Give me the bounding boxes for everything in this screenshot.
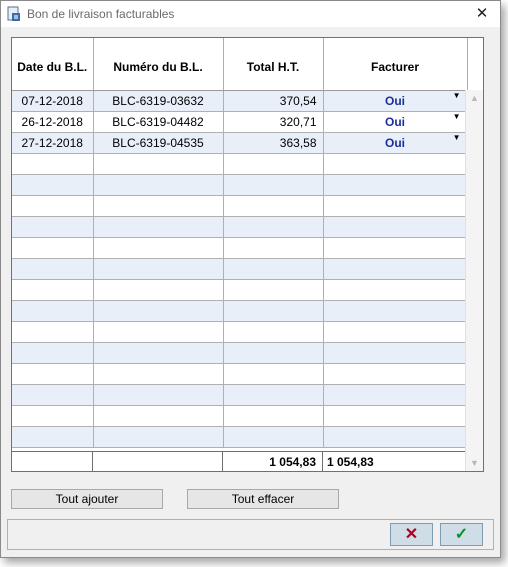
- empty-row[interactable]: [12, 174, 468, 196]
- cell-total[interactable]: 363,58: [223, 132, 324, 154]
- col-header-total[interactable]: Total H.T.: [223, 38, 324, 91]
- empty-row[interactable]: [12, 384, 468, 406]
- empty-row[interactable]: [12, 342, 468, 364]
- header-row: Date du B.L. Numéro du B.L. Total H.T. F…: [12, 38, 468, 91]
- table-row[interactable]: 07-12-2018 BLC-6319-03632 370,54 Oui ▼: [12, 90, 468, 112]
- table-row[interactable]: 26-12-2018 BLC-6319-04482 320,71 Oui ▼: [12, 111, 468, 133]
- dialog-window: Bon de livraison facturables ✕ Date du B…: [0, 0, 501, 558]
- cancel-button[interactable]: ✕: [390, 523, 433, 546]
- ok-button[interactable]: ✓: [440, 523, 483, 546]
- cell-numero[interactable]: BLC-6319-04482: [93, 111, 224, 133]
- bl-grid: Date du B.L. Numéro du B.L. Total H.T. F…: [11, 37, 484, 472]
- table-row[interactable]: 27-12-2018 BLC-6319-04535 363,58 Oui ▼: [12, 132, 468, 154]
- empty-row[interactable]: [12, 216, 468, 238]
- cell-total[interactable]: 320,71: [223, 111, 324, 133]
- cell-facturer-select[interactable]: Oui ▼: [323, 111, 468, 133]
- totals-row: 1 054,83 1 054,83: [12, 451, 467, 471]
- total-facturer-value: 1 054,83: [323, 452, 467, 471]
- vertical-scrollbar[interactable]: ▲ ▼: [465, 90, 483, 471]
- dropdown-arrow-icon[interactable]: ▼: [453, 91, 461, 100]
- empty-row[interactable]: [12, 426, 468, 448]
- empty-row[interactable]: [12, 300, 468, 322]
- cell-total[interactable]: 370,54: [223, 90, 324, 112]
- scroll-down-icon[interactable]: ▼: [470, 459, 479, 468]
- cell-date[interactable]: 26-12-2018: [12, 111, 94, 133]
- close-button[interactable]: ✕: [472, 4, 492, 24]
- col-header-date[interactable]: Date du B.L.: [12, 38, 94, 91]
- facturer-value: Oui: [385, 114, 405, 129]
- window-title: Bon de livraison facturables: [27, 7, 175, 21]
- empty-row[interactable]: [12, 363, 468, 385]
- empty-row[interactable]: [12, 321, 468, 343]
- facturer-value: Oui: [385, 93, 405, 108]
- col-header-facturer[interactable]: Facturer: [323, 38, 468, 91]
- dropdown-arrow-icon[interactable]: ▼: [453, 112, 461, 121]
- title-bar: Bon de livraison facturables ✕: [1, 1, 500, 27]
- col-header-numero[interactable]: Numéro du B.L.: [93, 38, 224, 91]
- document-icon: [7, 6, 20, 21]
- empty-row[interactable]: [12, 237, 468, 259]
- empty-row[interactable]: [12, 153, 468, 175]
- cell-facturer-select[interactable]: Oui ▼: [323, 132, 468, 154]
- cancel-x-icon: ✕: [404, 526, 419, 543]
- total-cell-empty: [12, 452, 93, 471]
- add-all-button[interactable]: Tout ajouter: [11, 489, 163, 509]
- total-cell-empty: [93, 452, 223, 471]
- facturer-value: Oui: [385, 135, 405, 150]
- close-icon: ✕: [475, 5, 489, 22]
- empty-row[interactable]: [12, 195, 468, 217]
- clear-all-button[interactable]: Tout effacer: [187, 489, 339, 509]
- checkmark-icon: ✓: [454, 526, 469, 543]
- cell-facturer-select[interactable]: Oui ▼: [323, 90, 468, 112]
- scroll-up-icon[interactable]: ▲: [470, 94, 479, 103]
- empty-row[interactable]: [12, 405, 468, 427]
- cell-numero[interactable]: BLC-6319-03632: [93, 90, 224, 112]
- cell-date[interactable]: 07-12-2018: [12, 90, 94, 112]
- empty-row[interactable]: [12, 258, 468, 280]
- cell-date[interactable]: 27-12-2018: [12, 132, 94, 154]
- dropdown-arrow-icon[interactable]: ▼: [453, 133, 461, 142]
- bl-table: Date du B.L. Numéro du B.L. Total H.T. F…: [12, 38, 468, 448]
- cell-numero[interactable]: BLC-6319-04535: [93, 132, 224, 154]
- empty-row[interactable]: [12, 279, 468, 301]
- total-ht-value: 1 054,83: [223, 452, 323, 471]
